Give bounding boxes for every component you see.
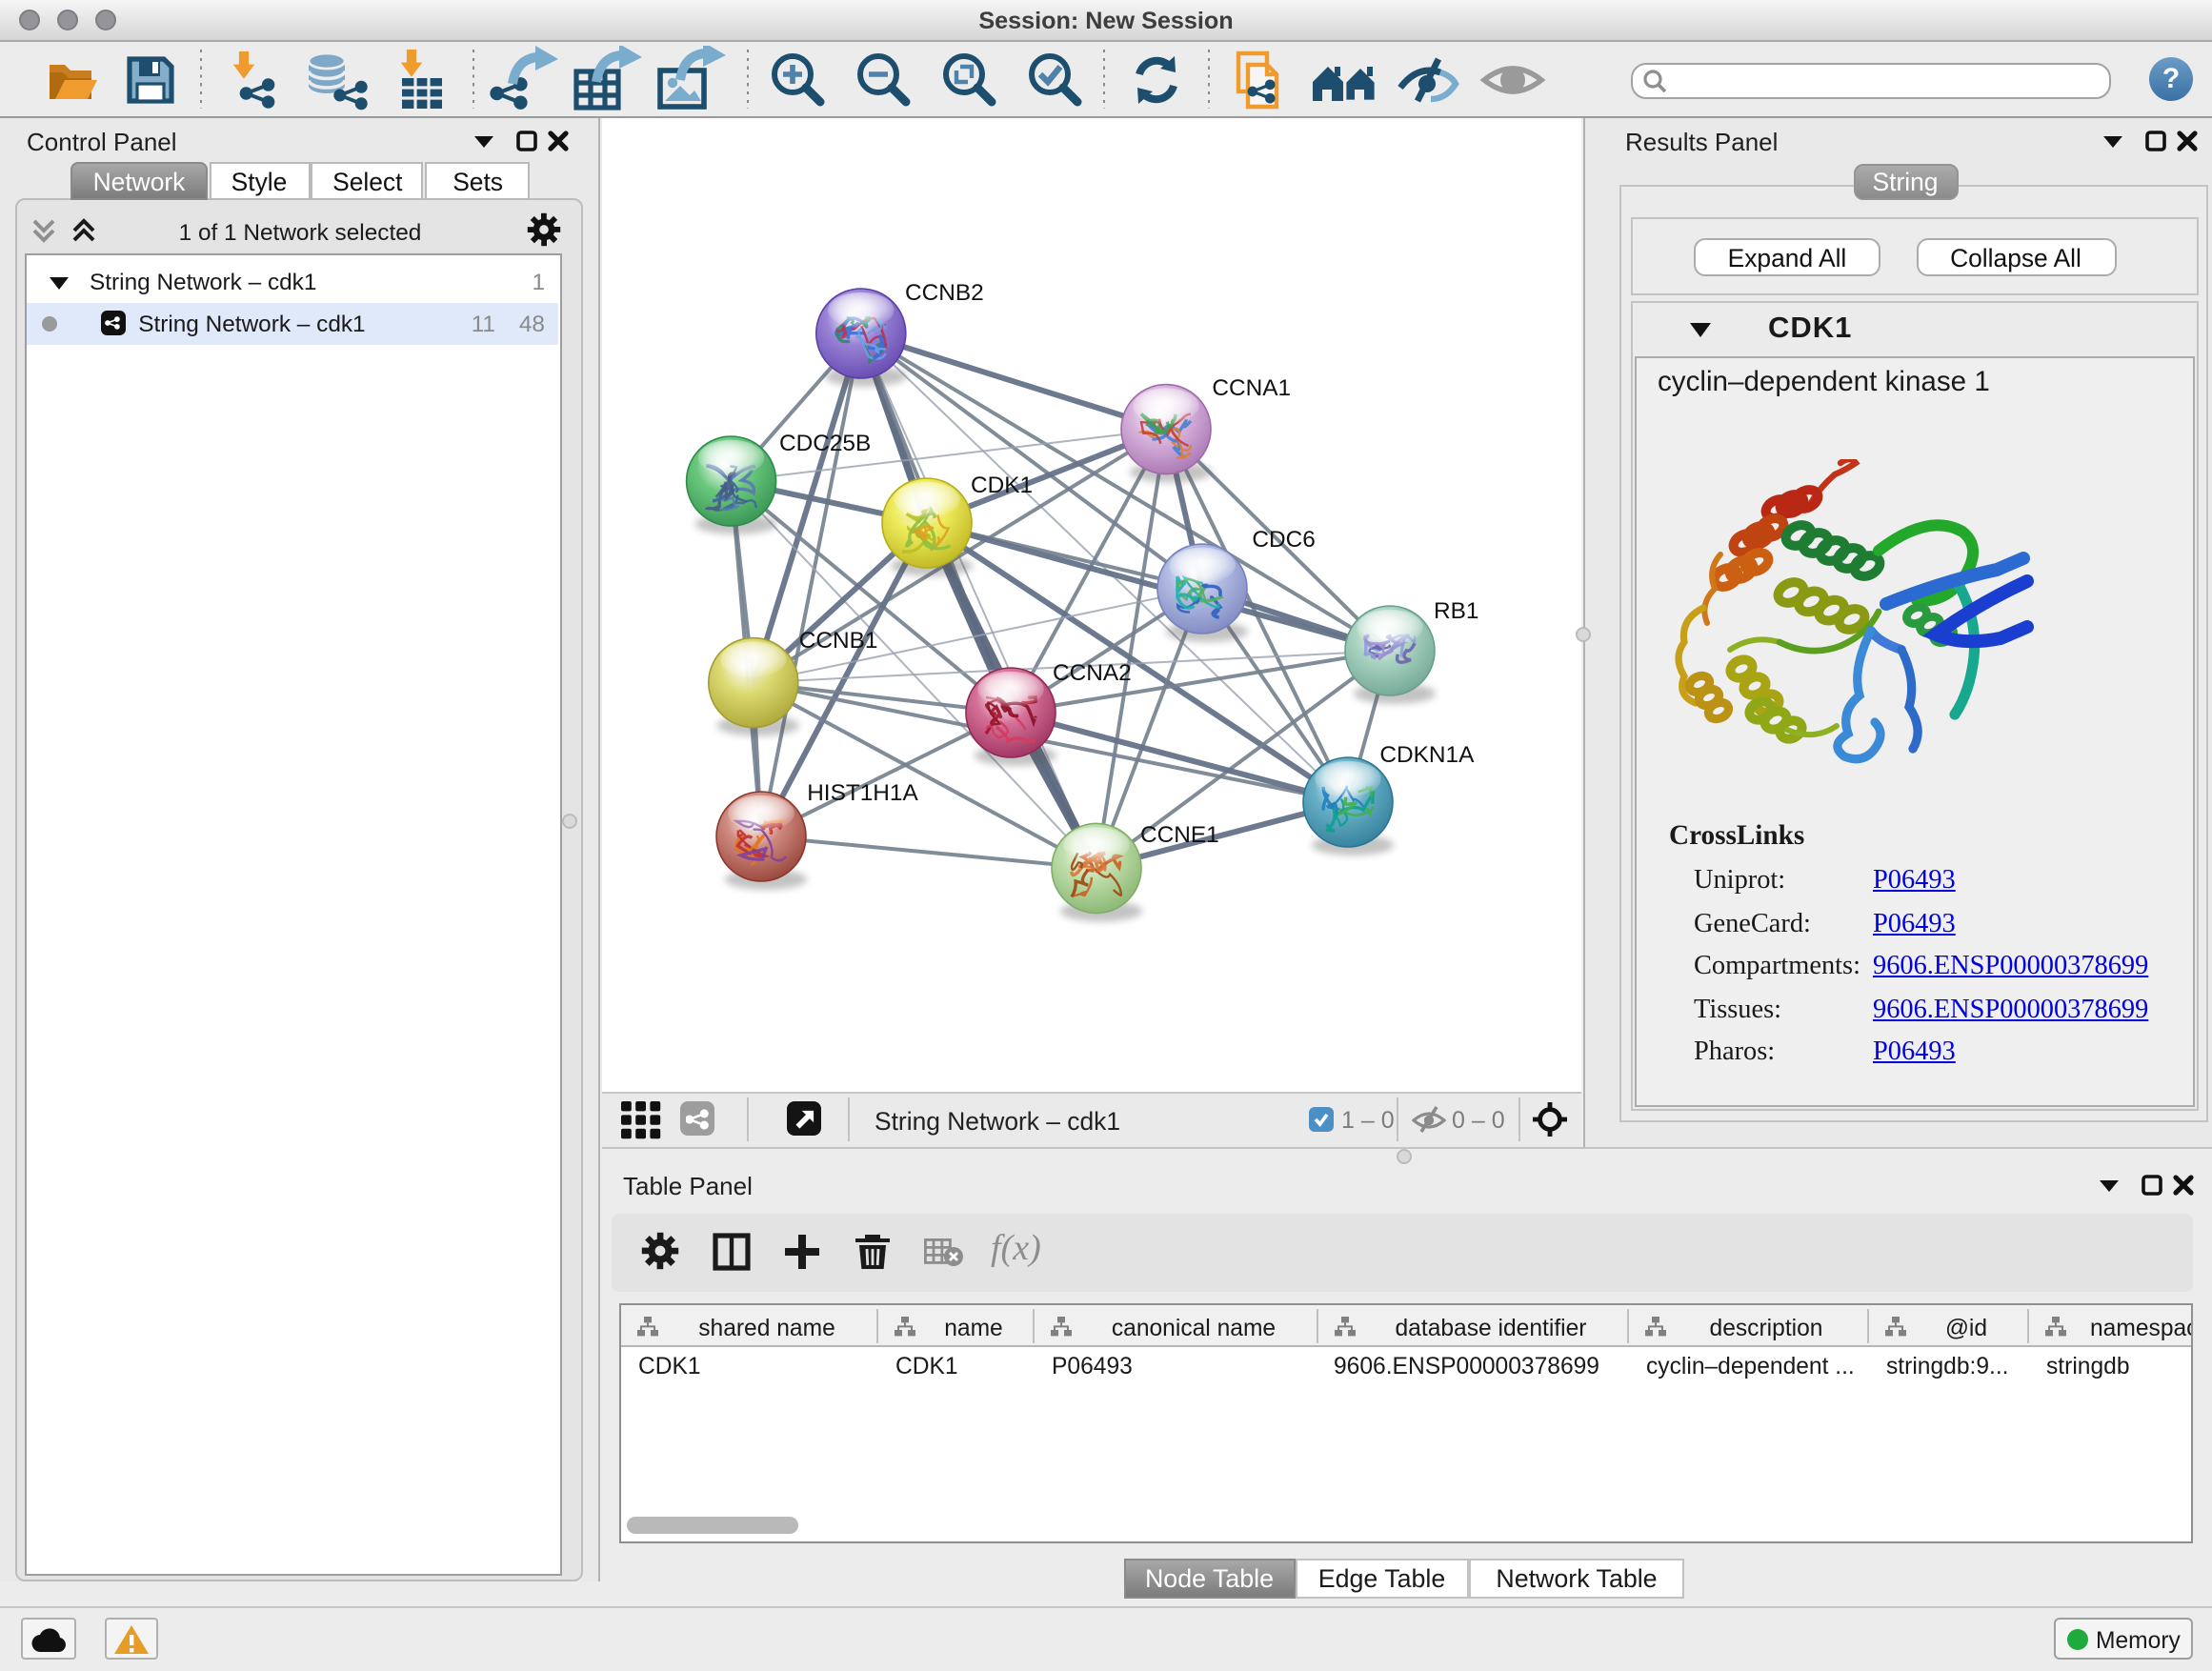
svg-text:CDC25B: CDC25B	[778, 431, 870, 456]
svg-text:CCNA2: CCNA2	[1052, 660, 1131, 686]
svg-text:CCNB2: CCNB2	[904, 280, 983, 306]
svg-text:CCNA1: CCNA1	[1211, 375, 1290, 401]
svg-text:HIST1H1A: HIST1H1A	[806, 780, 917, 806]
svg-text:CCNB1: CCNB1	[798, 628, 877, 654]
svg-text:CCNE1: CCNE1	[1139, 822, 1218, 848]
svg-text:CDKN1A: CDKN1A	[1378, 742, 1474, 768]
svg-text:CDK1: CDK1	[970, 473, 1032, 498]
svg-text:CDC6: CDC6	[1251, 527, 1314, 553]
svg-text:RB1: RB1	[1433, 598, 1478, 624]
